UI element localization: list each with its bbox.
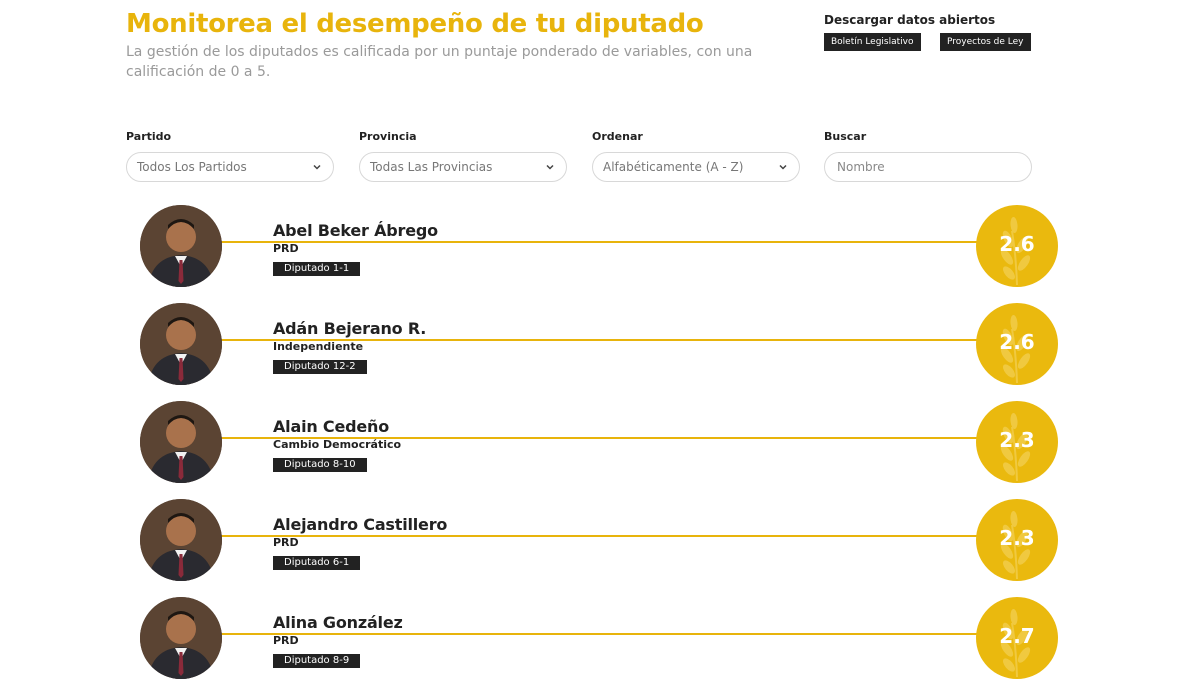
deputy-district-badge: Diputado 1-1 <box>273 262 361 276</box>
province-filter-label: Provincia <box>359 130 417 143</box>
score-badge: 2.6 <box>976 205 1058 287</box>
deputy-row[interactable]: Alejandro Castillero PRD Diputado 6-1 2.… <box>140 499 1058 581</box>
deputy-party: Independiente <box>273 340 364 353</box>
search-filter-label: Buscar <box>824 130 867 143</box>
province-select[interactable]: Todas Las Provincias <box>359 152 567 182</box>
party-filter-label: Partido <box>126 130 172 143</box>
deputy-party: Cambio Democrático <box>273 438 402 451</box>
party-select-value: Todos Los Partidos <box>137 160 247 174</box>
party-select[interactable]: Todos Los Partidos <box>126 152 334 182</box>
score-value: 2.3 <box>999 526 1035 550</box>
deputy-name[interactable]: Alejandro Castillero <box>273 515 452 535</box>
score-badge: 2.7 <box>976 597 1058 679</box>
score-value: 2.7 <box>999 624 1035 648</box>
order-filter: Ordenar Alfabéticamente (A - Z) <box>592 130 800 182</box>
deputy-district-badge: Diputado 8-9 <box>273 654 361 668</box>
chevron-down-icon <box>546 164 554 170</box>
deputy-name[interactable]: Alain Cedeño <box>273 417 393 437</box>
boletin-legislativo-button[interactable]: Boletín Legislativo <box>824 33 921 51</box>
deputy-party: PRD <box>273 242 299 255</box>
order-select[interactable]: Alfabéticamente (A - Z) <box>592 152 800 182</box>
avatar[interactable] <box>140 303 222 385</box>
score-badge: 2.6 <box>976 303 1058 385</box>
avatar[interactable] <box>140 205 222 287</box>
deputy-party: PRD <box>273 536 299 549</box>
chevron-down-icon <box>313 164 321 170</box>
deputy-name[interactable]: Abel Beker Ábrego <box>273 221 442 241</box>
search-field[interactable] <box>824 152 1032 182</box>
deputy-info: Adán Bejerano R. Independiente Diputado … <box>273 319 431 374</box>
score-value: 2.6 <box>999 232 1035 256</box>
avatar[interactable] <box>140 499 222 581</box>
page-subtitle: La gestión de los diputados es calificad… <box>126 44 753 80</box>
deputy-row[interactable]: Alina González PRD Diputado 8-9 2.7 <box>140 597 1058 679</box>
deputy-info: Alejandro Castillero PRD Diputado 6-1 <box>273 515 452 570</box>
deputy-name[interactable]: Alina González <box>273 613 407 633</box>
deputy-row[interactable]: Abel Beker Ábrego PRD Diputado 1-1 2.6 <box>140 205 1058 287</box>
deputy-district-badge: Diputado 8-10 <box>273 458 367 472</box>
proyectos-de-ley-button[interactable]: Proyectos de Ley <box>940 33 1031 51</box>
score-value: 2.3 <box>999 428 1035 452</box>
order-filter-label: Ordenar <box>592 130 643 143</box>
deputy-party: PRD <box>273 634 299 647</box>
party-filter: Partido Todos Los Partidos <box>126 130 334 182</box>
province-filter: Provincia Todas Las Provincias <box>359 130 567 182</box>
score-value: 2.6 <box>999 330 1035 354</box>
province-select-value: Todas Las Provincias <box>370 160 493 174</box>
page-title: Monitorea el desempeño de tu diputado <box>126 9 704 39</box>
deputy-info: Abel Beker Ábrego PRD Diputado 1-1 <box>273 221 442 276</box>
score-badge: 2.3 <box>976 401 1058 483</box>
score-badge: 2.3 <box>976 499 1058 581</box>
deputy-name[interactable]: Adán Bejerano R. <box>273 319 431 339</box>
deputy-district-badge: Diputado 6-1 <box>273 556 361 570</box>
search-input[interactable] <box>835 159 1021 175</box>
deputy-info: Alina González PRD Diputado 8-9 <box>273 613 407 668</box>
deputy-row[interactable]: Adán Bejerano R. Independiente Diputado … <box>140 303 1058 385</box>
search-filter: Buscar <box>824 130 1032 182</box>
deputy-district-badge: Diputado 12-2 <box>273 360 367 374</box>
deputy-info: Alain Cedeño Cambio Democrático Diputado… <box>273 417 401 472</box>
deputy-row[interactable]: Alain Cedeño Cambio Democrático Diputado… <box>140 401 1058 483</box>
chevron-down-icon <box>779 164 787 170</box>
avatar[interactable] <box>140 401 222 483</box>
order-select-value: Alfabéticamente (A - Z) <box>603 160 744 174</box>
avatar[interactable] <box>140 597 222 679</box>
downloads-title: Descargar datos abiertos <box>824 13 996 27</box>
